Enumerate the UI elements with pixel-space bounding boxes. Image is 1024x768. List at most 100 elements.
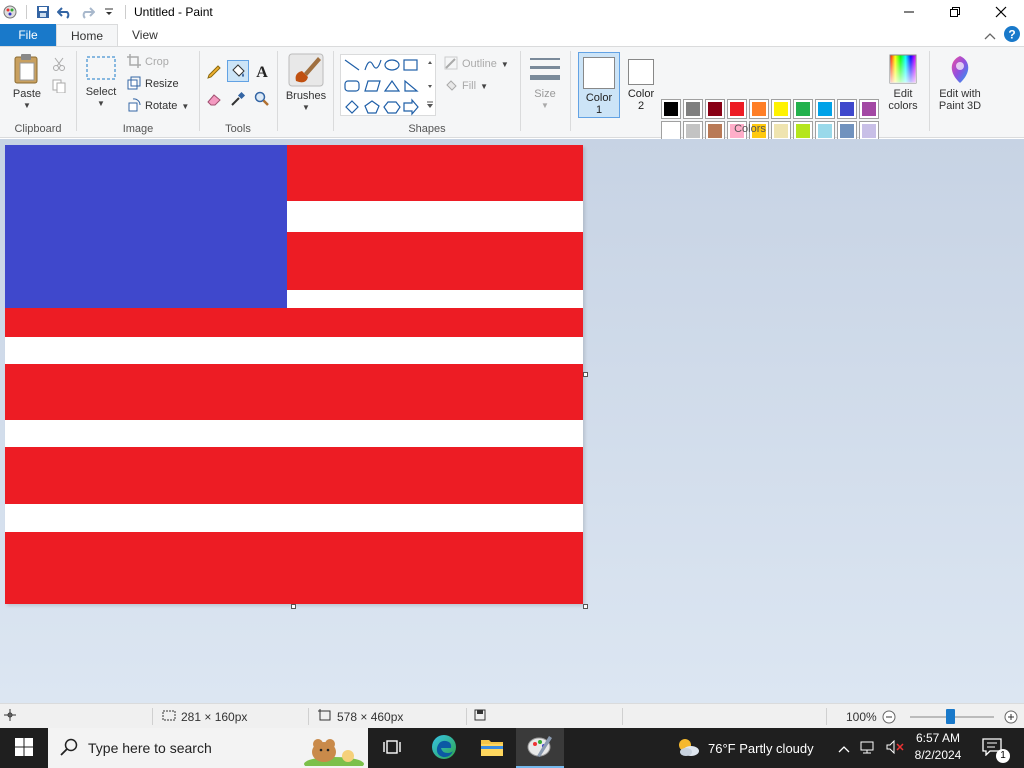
image-group-label: Image xyxy=(122,123,154,135)
divider xyxy=(466,708,467,725)
volume-muted-icon[interactable] xyxy=(886,739,904,757)
clipboard-group-label: Clipboard xyxy=(14,123,62,135)
zoom-in-button[interactable] xyxy=(1004,704,1018,729)
brush-icon xyxy=(288,53,324,90)
fill-bucket-icon[interactable] xyxy=(227,60,249,82)
divider xyxy=(26,5,27,19)
zoom-slider-thumb[interactable] xyxy=(946,709,955,724)
colors-group-label: Colors xyxy=(734,123,766,135)
collapse-ribbon-icon[interactable] xyxy=(984,29,996,43)
tools-group-label: Tools xyxy=(225,123,251,135)
minimize-button[interactable] xyxy=(886,0,932,24)
flag-stripe-red xyxy=(5,447,583,504)
crosshair-icon xyxy=(4,709,16,724)
weather-widget[interactable]: 76°F Partly cloudy xyxy=(676,728,814,768)
close-button[interactable] xyxy=(978,0,1024,24)
cut-icon[interactable] xyxy=(48,53,70,75)
flag-stripe-white xyxy=(5,420,583,447)
zoom-out-button[interactable] xyxy=(882,704,896,729)
chevron-down-icon: ▼ xyxy=(181,101,190,111)
paint-app-icon xyxy=(2,4,18,20)
select-rectangle-icon xyxy=(85,55,117,86)
flag-stripe-white xyxy=(5,504,583,532)
drawing-canvas[interactable] xyxy=(5,145,583,604)
rotate-icon xyxy=(127,97,141,115)
zoom-level: 100% xyxy=(846,709,877,724)
flag-stripe-red xyxy=(5,364,583,420)
customize-toolbar-icon[interactable] xyxy=(101,4,117,20)
system-clock[interactable]: 6:57 AM 8/2/2024 xyxy=(908,730,968,764)
resize-button[interactable]: Resize xyxy=(127,75,179,93)
disk-icon xyxy=(474,709,486,724)
tab-view[interactable]: View xyxy=(118,24,172,46)
show-hidden-icons-icon[interactable] xyxy=(838,741,850,756)
resize-handle-right[interactable] xyxy=(583,372,588,377)
undo-icon[interactable] xyxy=(57,4,73,20)
fill-label: Fill xyxy=(462,80,477,92)
paste-label: Paste xyxy=(12,88,42,100)
taskbar-file-explorer[interactable] xyxy=(468,728,516,768)
selection-size-icon xyxy=(162,709,176,724)
paste-button[interactable]: Paste ▼ xyxy=(8,53,46,112)
taskbar-search-box[interactable]: Type here to search xyxy=(48,728,368,768)
svg-text:?: ? xyxy=(1008,28,1015,42)
divider xyxy=(622,708,623,725)
selection-size-text: 281 × 160px xyxy=(181,709,248,724)
chevron-down-icon: ▼ xyxy=(480,81,488,91)
brushes-button[interactable]: Brushes ▼ xyxy=(284,53,328,114)
selection-size: 281 × 160px xyxy=(162,704,247,729)
color-picker-icon[interactable] xyxy=(227,88,249,110)
task-view-button[interactable] xyxy=(368,728,416,768)
search-icon xyxy=(60,738,78,759)
copy-icon[interactable] xyxy=(48,75,70,97)
help-icon[interactable]: ? xyxy=(1004,26,1020,45)
fill-icon xyxy=(444,78,458,95)
network-icon[interactable] xyxy=(860,740,876,757)
crop-button[interactable]: Crop xyxy=(127,53,169,71)
eraser-icon[interactable] xyxy=(203,88,225,110)
taskbar-paint[interactable] xyxy=(516,728,564,768)
weather-text: 76°F Partly cloudy xyxy=(708,740,814,756)
flag-canton-blue xyxy=(5,145,287,308)
magnifier-icon[interactable] xyxy=(251,88,273,110)
image-size: 578 × 460px xyxy=(318,704,403,729)
rotate-label: Rotate xyxy=(145,100,178,112)
redo-icon[interactable] xyxy=(79,4,95,20)
crop-label: Crop xyxy=(145,56,169,68)
brushes-label: Brushes xyxy=(285,90,327,102)
chevron-down-icon: ▼ xyxy=(500,59,509,69)
paint-app-icon xyxy=(527,734,553,761)
windows-logo-icon xyxy=(15,737,33,759)
outline-label: Outline xyxy=(462,58,497,70)
edge-browser-icon xyxy=(431,734,457,763)
paint3d-line1: Edit with xyxy=(939,88,981,100)
canvas-workspace[interactable] xyxy=(0,139,1024,703)
status-bar: 281 × 160px 578 × 460px 100% xyxy=(0,703,1024,728)
taskbar-edge[interactable] xyxy=(420,728,468,768)
size-button[interactable]: Size ▼ xyxy=(526,55,564,112)
fill-button[interactable]: Fill ▼ xyxy=(444,77,488,95)
resize-handle-bottom[interactable] xyxy=(291,604,296,609)
notification-center-button[interactable]: 1 xyxy=(982,728,1010,768)
restore-button[interactable] xyxy=(932,0,978,24)
clipboard-group: Paste ▼ Clipboard xyxy=(0,47,76,137)
rotate-button[interactable]: Rotate ▼ xyxy=(127,97,189,115)
start-button[interactable] xyxy=(0,728,48,768)
tab-home[interactable]: Home xyxy=(56,24,119,46)
taskbar: Type here to search 76°F Partly cloudy 6… xyxy=(0,728,1024,768)
search-placeholder: Type here to search xyxy=(88,740,212,756)
edit-with-paint3d-button[interactable]: Edit with Paint 3D xyxy=(934,53,986,112)
cursor-position xyxy=(4,704,16,729)
resize-handle-corner[interactable] xyxy=(583,604,588,609)
select-button[interactable]: Select ▼ xyxy=(83,55,119,110)
pencil-icon[interactable] xyxy=(203,61,225,83)
text-icon[interactable]: A xyxy=(251,60,273,82)
flag-stripe-red xyxy=(5,532,583,604)
chevron-down-icon: ▼ xyxy=(23,101,31,110)
save-icon[interactable] xyxy=(35,4,51,20)
search-highlight-icon xyxy=(302,730,364,768)
outline-button[interactable]: Outline ▼ xyxy=(444,55,509,73)
notification-icon: 1 xyxy=(982,737,1010,763)
image-size-text: 578 × 460px xyxy=(337,709,404,724)
tab-file[interactable]: File xyxy=(0,24,56,46)
